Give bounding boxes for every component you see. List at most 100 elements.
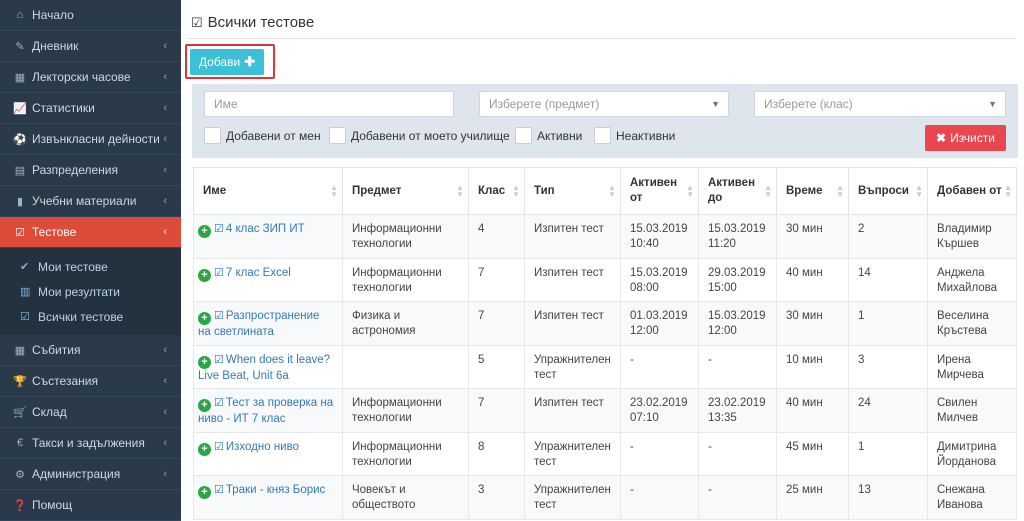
sort-icon: ▲ ▼ [608,183,616,199]
sidebar-item[interactable]: ⌂ Начало [0,0,181,31]
test-name-link[interactable]: Траки - княз Борис [226,484,325,496]
checkbox-icon: ☑ [214,310,224,322]
sidebar-item[interactable]: ▦ Събития ‹ [0,335,181,366]
cell-type: Упражнителен тест [524,431,621,476]
calendar-icon: ▦ [14,71,26,84]
subject-select-placeholder: Изберете (предмет) [489,97,600,111]
active-label: Активни [537,128,583,143]
checkbox-icon: ☑ [214,484,224,496]
checkbox-icon: ☑ [214,353,224,366]
sort-icon: ▲ ▼ [686,183,694,199]
checkbox-box[interactable] [329,127,346,144]
main-content: ☑ Всички тестове Добави ✚ Име Изберете (… [181,0,1024,521]
column-header-label: Време [786,184,823,197]
cell-author: Ирена Мирчева [927,344,1017,389]
submenu-item[interactable]: ☑ Всички тестове [0,304,181,329]
sidebar-item-label: Състезания [32,374,98,388]
sidebar-item[interactable]: ⚽ Извънкласни дейности ‹ [0,124,181,155]
column-header[interactable]: Активен от ▲ ▼ [620,167,699,215]
sidebar-item-label: Разпределения [32,163,119,177]
cell-from: - [620,475,699,520]
submenu-item[interactable]: ▥ Мои резултати [0,279,181,304]
sort-icon: ▲ ▼ [512,183,520,199]
expand-plus-icon[interactable]: + [198,355,211,369]
sidebar-item[interactable]: 🏆 Състезания ‹ [0,366,181,397]
column-header[interactable]: Име ▲ ▼ [193,167,343,215]
sidebar-item[interactable]: ▦ Лекторски часове ‹ [0,62,181,93]
sidebar: ⌂ Начало ✎ Дневник ‹ ▦ Лекторски часове ‹ 📈 Стати… [0,0,181,521]
tests-table: Име ▲ ▼ Предмет ▲ ▼ Клас ▲ ▼ Тип ▲ ▼ Активен от ▲ ▼ Акт… [193,167,1017,520]
sidebar-item[interactable]: ▤ Разпределения ‹ [0,155,181,186]
cell-questions: 14 [848,257,928,302]
column-header[interactable]: Клас ▲ ▼ [468,167,525,215]
column-header[interactable]: Добавен от ▲ ▼ [927,167,1017,215]
sidebar-item[interactable]: ▮ Учебни материали ‹ [0,186,181,217]
list-icon: ▤ [14,164,26,177]
sidebar-item[interactable]: ⚙ Администрация ‹ [0,459,181,490]
checkbox-box[interactable] [515,127,532,144]
test-name-link[interactable]: Изходно ниво [226,441,299,453]
cell-to: 29.03.2019 15:00 [698,257,777,302]
expand-plus-icon[interactable]: + [198,225,211,238]
subject-select[interactable]: Изберете (предмет) ▼ [479,91,729,117]
expand-plus-icon[interactable]: + [198,399,211,412]
column-header[interactable]: Предмет ▲ ▼ [342,167,469,215]
column-header[interactable]: Тип ▲ ▼ [524,167,621,215]
cell-from: 15.03.2019 08:00 [620,257,699,302]
sidebar-item[interactable]: ✎ Дневник ‹ [0,31,181,62]
cell-from: 15.03.2019 10:40 [620,214,699,259]
active-checkbox[interactable]: Активни [515,127,582,144]
cell-class: 7 [468,257,525,302]
sidebar-item[interactable]: ❓ Помощ [0,490,181,521]
name-filter-placeholder: Име [214,97,238,111]
submenu-item[interactable]: ✔ Мои тестове [0,254,181,279]
sidebar-item[interactable]: € Такси и задължения ‹ [0,428,181,459]
sidebar-item[interactable]: ☑ Тестове ‹ [0,217,181,248]
checkbox-icon: ☑ [15,226,25,239]
cell-class: 8 [468,431,525,476]
expand-plus-icon[interactable]: + [198,268,211,282]
cell-subject: Информационни технологии [342,257,469,302]
cell-to: - [698,431,777,476]
submenu-item-label: Всички тестове [38,309,124,324]
sidebar-item[interactable]: 📈 Статистики ‹ [0,93,181,124]
cell-author: Веселина Кръстева [927,301,1017,346]
add-button-label: Добави [198,55,241,69]
chevron-left-icon: ‹ [163,195,167,207]
cell-questions: 1 [848,301,928,346]
checkbox-box[interactable] [204,127,221,144]
sort-icon: ▲ ▼ [1004,183,1012,199]
clear-button[interactable]: ✖ Изчисти [925,125,1006,151]
column-header[interactable]: Време ▲ ▼ [776,167,849,215]
cell-author: Снежана Иванова [927,475,1017,520]
test-name-link[interactable]: 7 клас Excel [226,267,291,279]
expand-plus-icon[interactable]: + [198,312,211,325]
cell-subject: Информационни технологии [342,431,469,476]
name-filter-input[interactable]: Име [204,91,454,117]
column-header-label: Тип [534,184,555,197]
sidebar-item[interactable]: 🛒 Склад ‹ [0,397,181,428]
cell-time: 40 мин [776,257,849,302]
name-cell: + ☑ Траки - княз Борис [193,475,343,520]
cell-type: Изпитен тест [524,301,621,346]
added-by-school-checkbox[interactable]: Добавени от моето училище [329,127,510,144]
added-by-me-checkbox[interactable]: Добавени от мен [204,127,321,144]
checkbox-box[interactable] [594,127,611,144]
test-name-link[interactable]: 4 клас ЗИП ИТ [226,223,305,235]
column-header[interactable]: Активен до ▲ ▼ [698,167,777,215]
add-button[interactable]: Добави ✚ [190,49,264,75]
sidebar-item-label: Лекторски часове [32,70,131,84]
divider [187,38,1016,39]
chevron-left-icon: ‹ [163,226,167,238]
name-cell: + ☑ 4 клас ЗИП ИТ [193,214,343,259]
inactive-checkbox[interactable]: Неактивни [594,127,675,144]
expand-plus-icon[interactable]: + [198,486,211,499]
cell-type: Упражнителен тест [524,344,621,389]
cell-questions: 24 [848,388,928,433]
close-icon: ✖ [936,131,947,145]
expand-plus-icon[interactable]: + [198,442,211,456]
chevron-left-icon: ‹ [163,406,167,418]
class-select[interactable]: Изберете (клас) ▼ [754,91,1006,117]
chevron-left-icon: ‹ [163,468,167,480]
column-header[interactable]: Въпроси ▲ ▼ [848,167,928,215]
